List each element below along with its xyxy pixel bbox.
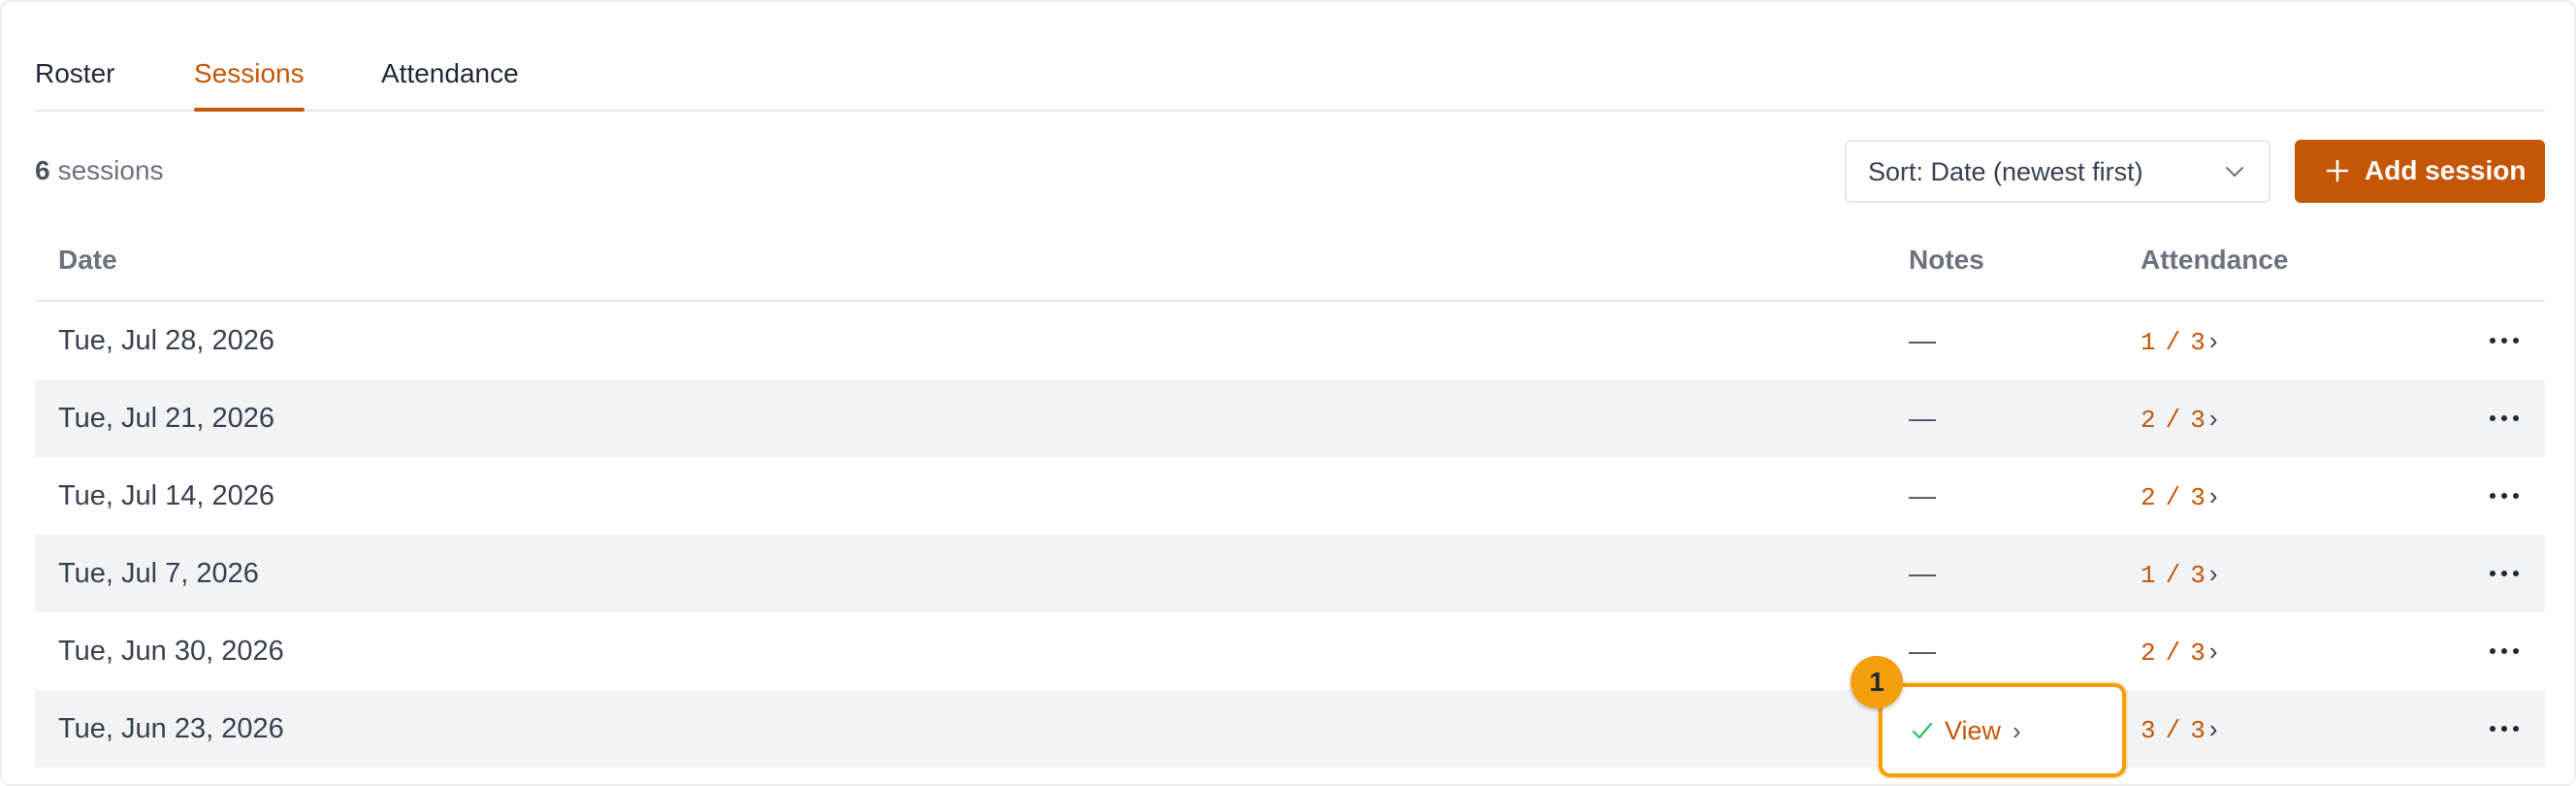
chevron-right-icon: ›: [2208, 326, 2218, 355]
session-notes: —: [1909, 403, 1936, 433]
session-notes: —: [1909, 558, 1936, 588]
check-icon: [1912, 722, 1933, 739]
chevron-right-icon: ›: [2208, 637, 2218, 666]
more-horizontal-icon[interactable]: [2487, 638, 2522, 665]
session-date: Tue, Jul 14, 2026: [58, 480, 275, 511]
table-row[interactable]: Tue, Jul 14, 2026 — 2 / 3 ›: [35, 457, 2545, 535]
column-header-attendance: Attendance: [2141, 245, 2289, 275]
attendance-total: 3: [2190, 561, 2206, 590]
tab-attendance[interactable]: Attendance: [381, 56, 519, 91]
step-marker-number: 1: [1869, 667, 1884, 697]
table-row[interactable]: Tue, Jun 30, 2026 — 2 / 3 ›: [35, 612, 2545, 690]
attendance-total: 3: [2190, 406, 2206, 435]
tab-roster[interactable]: Roster: [35, 56, 114, 91]
step-marker: 1: [1851, 656, 1903, 708]
view-notes-button[interactable]: View ›: [1879, 683, 2126, 777]
add-session-button[interactable]: Add session: [2295, 140, 2545, 203]
sessions-panel: Roster Sessions Attendance 6 sessions Sor…: [0, 0, 2576, 786]
more-horizontal-icon[interactable]: [2487, 405, 2522, 432]
more-horizontal-icon[interactable]: [2487, 327, 2522, 354]
column-header-date[interactable]: Date: [58, 243, 117, 278]
attendance-link[interactable]: 2 / 3 ›: [2141, 634, 2218, 671]
table-row[interactable]: Tue, Jul 28, 2026 — 1 / 3 ›: [35, 302, 2545, 379]
attendance-present: 2: [2141, 406, 2156, 435]
attendance-link[interactable]: 1 / 3 ›: [2141, 556, 2218, 593]
more-horizontal-icon[interactable]: [2487, 560, 2522, 587]
session-notes: —: [1909, 325, 1936, 355]
attendance-separator: /: [2165, 328, 2181, 357]
table-row[interactable]: Tue, Jul 21, 2026 — 2 / 3 ›: [35, 379, 2545, 457]
attendance-total: 3: [2190, 483, 2206, 512]
plus-icon: [2326, 159, 2349, 182]
sort-select-label: Sort: Date (newest first): [1868, 157, 2143, 186]
session-date: Tue, Jul 7, 2026: [58, 558, 259, 589]
session-count: 6 sessions: [35, 153, 164, 188]
tab-bar: Roster Sessions Attendance: [35, 2, 2545, 112]
table-row[interactable]: Tue, Jun 23, 2026 3/3 ›: [35, 690, 2545, 768]
attendance-separator: /: [2165, 716, 2181, 745]
attendance-link[interactable]: 2 / 3 ›: [2141, 478, 2218, 515]
attendance-link[interactable]: 1 / 3 ›: [2141, 323, 2218, 360]
table-header: Date Notes Attendance: [35, 223, 2545, 302]
sessions-table: Date Notes Attendance Tue, Jul 28, 2026 …: [35, 223, 2545, 768]
session-date: Tue, Jul 21, 2026: [58, 403, 275, 434]
attendance-present: 2: [2141, 639, 2156, 668]
chevron-right-icon: ›: [2208, 404, 2218, 433]
attendance-present: 1: [2141, 328, 2156, 357]
attendance-link[interactable]: 3/3 ›: [2141, 711, 2218, 748]
attendance-separator: /: [2165, 639, 2181, 668]
chevron-right-icon: ›: [2012, 716, 2021, 745]
attendance-separator: /: [2165, 561, 2181, 590]
sort-select[interactable]: Sort: Date (newest first): [1845, 140, 2270, 203]
add-session-label: Add session: [2365, 155, 2527, 185]
chevron-right-icon: ›: [2208, 481, 2218, 510]
attendance-separator: /: [2165, 483, 2181, 512]
chevron-right-icon: ›: [2208, 559, 2218, 588]
more-horizontal-icon[interactable]: [2487, 482, 2522, 509]
view-notes-label: View: [1945, 716, 2002, 745]
chevron-down-icon: [2226, 167, 2243, 177]
attendance-link[interactable]: 2 / 3 ›: [2141, 401, 2218, 438]
attendance-present: 2: [2141, 483, 2156, 512]
session-notes: —: [1909, 636, 1936, 666]
attendance-separator: /: [2165, 406, 2181, 435]
more-horizontal-icon[interactable]: [2487, 715, 2522, 742]
tab-sessions[interactable]: Sessions: [194, 56, 305, 112]
session-date: Tue, Jul 28, 2026: [58, 325, 275, 356]
chevron-right-icon: ›: [2208, 714, 2218, 743]
table-row[interactable]: Tue, Jul 7, 2026 — 1 / 3 ›: [35, 535, 2545, 612]
session-date: Tue, Jun 23, 2026: [58, 713, 284, 744]
attendance-total: 3: [2190, 639, 2206, 668]
column-header-notes: Notes: [1909, 245, 1984, 275]
attendance-present: 3: [2141, 716, 2156, 745]
attendance-present: 1: [2141, 561, 2156, 590]
session-notes: —: [1909, 480, 1936, 510]
attendance-total: 3: [2190, 716, 2206, 745]
session-count-label: sessions: [57, 155, 164, 185]
session-date: Tue, Jun 30, 2026: [58, 636, 284, 667]
session-count-value: 6: [35, 155, 50, 185]
attendance-total: 3: [2190, 328, 2206, 357]
